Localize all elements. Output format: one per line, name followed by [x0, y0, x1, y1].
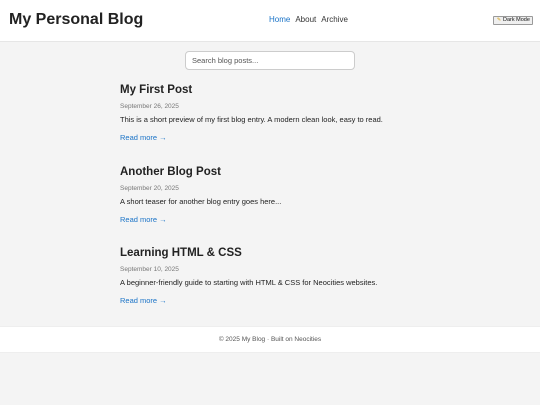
site-footer: © 2025 My Blog · Built on Neocities — [0, 326, 540, 353]
post-excerpt: This is a short preview of my first blog… — [120, 115, 383, 124]
nav-home-link[interactable]: Home — [269, 15, 290, 25]
post-title[interactable]: My First Post — [120, 83, 192, 97]
search-input[interactable] — [185, 51, 355, 70]
read-more-link[interactable]: Read more → — [120, 296, 167, 306]
dark-mode-label: Dark Mode — [503, 17, 530, 23]
post-item: Learning HTML & CSS September 10, 2025 A… — [120, 246, 420, 328]
main-nav: Home About Archive — [269, 15, 348, 25]
site-header: My Personal Blog Home About Archive ✎ Da… — [0, 0, 540, 42]
read-more-link[interactable]: Read more → — [120, 133, 167, 143]
post-excerpt: A beginner-friendly guide to starting wi… — [120, 278, 378, 287]
post-title[interactable]: Learning HTML & CSS — [120, 246, 242, 260]
nav-archive-link[interactable]: Archive — [321, 15, 348, 25]
site-title[interactable]: My Personal Blog — [9, 11, 143, 29]
footer-text: © 2025 My Blog · Built on Neocities — [218, 336, 322, 343]
nav-about-link[interactable]: About — [295, 15, 316, 25]
post-title[interactable]: Another Blog Post — [120, 165, 221, 179]
search-bar — [185, 50, 355, 70]
dark-mode-button[interactable]: ✎ Dark Mode — [493, 16, 533, 25]
post-list: My First Post September 26, 2025 This is… — [120, 83, 420, 328]
post-date: September 26, 2025 — [120, 103, 179, 110]
post-date: September 20, 2025 — [120, 184, 179, 192]
post-date: September 10, 2025 — [120, 266, 179, 273]
pencil-icon: ✎ — [496, 17, 502, 23]
post-excerpt: A short teaser for another blog entry go… — [120, 196, 282, 206]
post-item: Another Blog Post September 20, 2025 A s… — [120, 165, 420, 247]
read-more-link[interactable]: Read more → — [120, 215, 167, 225]
post-item: My First Post September 26, 2025 This is… — [120, 83, 420, 165]
